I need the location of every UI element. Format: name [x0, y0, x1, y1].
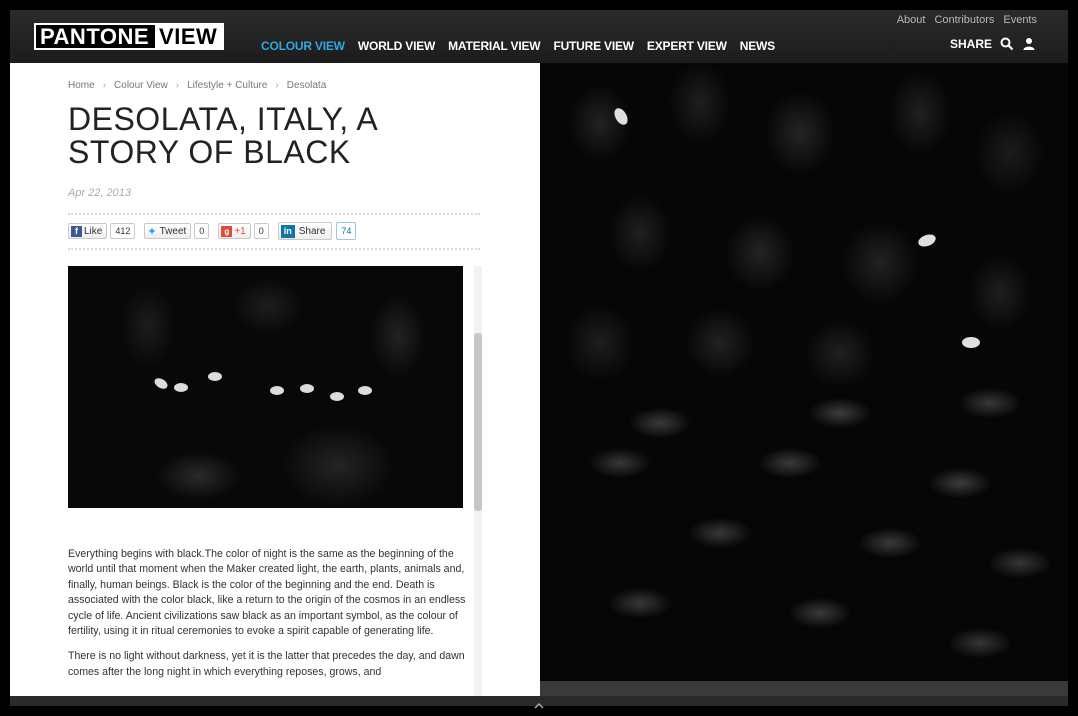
pantone-view-logo[interactable]: PANTONE VIEW	[34, 23, 225, 50]
link-about[interactable]: About	[897, 14, 926, 26]
divider	[68, 248, 480, 250]
google-plus-button[interactable]: g +1	[218, 223, 251, 239]
nav-world-view[interactable]: WORLD VIEW	[358, 39, 436, 53]
utility-nav: About Contributors Events	[897, 14, 1037, 26]
nav-colour-view[interactable]: COLOUR VIEW	[261, 39, 345, 53]
facebook-like-label: Like	[84, 225, 103, 237]
hero-scrollbar[interactable]	[540, 681, 1068, 696]
social-share-bar: f Like 412 ✦ Tweet 0 g +1 0 in Share 74	[68, 222, 365, 240]
google-plus-icon: g	[221, 225, 233, 237]
tweet-count: 0	[194, 223, 210, 239]
breadcrumb-home[interactable]: Home	[68, 80, 95, 91]
photo-detail	[208, 372, 222, 381]
photo-detail	[358, 386, 372, 395]
top-nav-bar: PANTONE VIEW COLOUR VIEW WORLD VIEW MATE…	[10, 10, 1068, 63]
logo-part-pantone: PANTONE	[36, 25, 156, 48]
article-body: Everything begins with black.The color o…	[68, 547, 468, 690]
divider	[68, 213, 480, 215]
tweet-label: Tweet	[159, 225, 187, 237]
tweet-button[interactable]: ✦ Tweet	[144, 223, 192, 239]
nav-expert-view[interactable]: EXPERT VIEW	[647, 39, 727, 53]
chevron-right-icon: ›	[175, 80, 180, 91]
breadcrumb: Home › Colour View › Lifestyle + Culture…	[68, 80, 326, 91]
photo-detail	[330, 392, 344, 401]
breadcrumb-colour-view[interactable]: Colour View	[114, 80, 168, 91]
photo-detail	[916, 232, 938, 249]
facebook-icon: f	[71, 225, 82, 237]
nav-material-view[interactable]: MATERIAL VIEW	[448, 39, 540, 53]
scrollbar-thumb[interactable]	[474, 333, 482, 511]
logo-part-view: VIEW	[155, 25, 223, 48]
hero-photo	[540, 63, 1068, 681]
chevron-right-icon: ›	[275, 80, 279, 91]
photo-detail	[174, 383, 188, 392]
linkedin-share-count: 74	[336, 222, 357, 240]
photo-detail	[962, 337, 980, 348]
header-tools: SHARE	[950, 37, 1036, 51]
linkedin-icon: in	[280, 224, 295, 238]
page-title: DESOLATA, ITALY, A STORY OF BLACK	[68, 101, 377, 170]
photo-detail	[270, 386, 284, 395]
google-plus-label: +1	[234, 225, 246, 237]
photo-detail	[300, 384, 314, 393]
photo-detail	[152, 376, 170, 391]
linkedin-share-button[interactable]: in Share	[277, 222, 333, 240]
facebook-like-button[interactable]: f Like	[68, 223, 108, 239]
paragraph: Everything begins with black.The color o…	[68, 548, 466, 638]
facebook-like-count: 412	[110, 223, 136, 239]
article-date: Apr 22, 2013	[68, 187, 131, 199]
main-nav: COLOUR VIEW WORLD VIEW MATERIAL VIEW FUT…	[261, 39, 775, 53]
linkedin-share-label: Share	[298, 225, 326, 237]
chevron-up-icon[interactable]	[533, 697, 545, 709]
twitter-bird-icon: ✦	[147, 225, 157, 238]
link-contributors[interactable]: Contributors	[934, 14, 994, 26]
nav-future-view[interactable]: FUTURE VIEW	[553, 39, 634, 53]
user-icon[interactable]	[1022, 37, 1036, 51]
article-panel: Home › Colour View › Lifestyle + Culture…	[10, 63, 540, 696]
search-icon[interactable]	[1000, 37, 1014, 51]
link-events[interactable]: Events	[1003, 14, 1037, 26]
share-button[interactable]: SHARE	[950, 37, 992, 51]
breadcrumb-current: Desolata	[286, 80, 327, 91]
photo-detail	[611, 105, 631, 128]
nav-news[interactable]: NEWS	[740, 39, 775, 53]
google-plus-count: 0	[253, 223, 269, 239]
breadcrumb-lifestyle[interactable]: Lifestyle + Culture	[187, 80, 267, 91]
article-photo	[68, 266, 463, 508]
chevron-right-icon: ›	[102, 80, 107, 91]
paragraph: There is no light without darkness, yet …	[68, 650, 465, 678]
